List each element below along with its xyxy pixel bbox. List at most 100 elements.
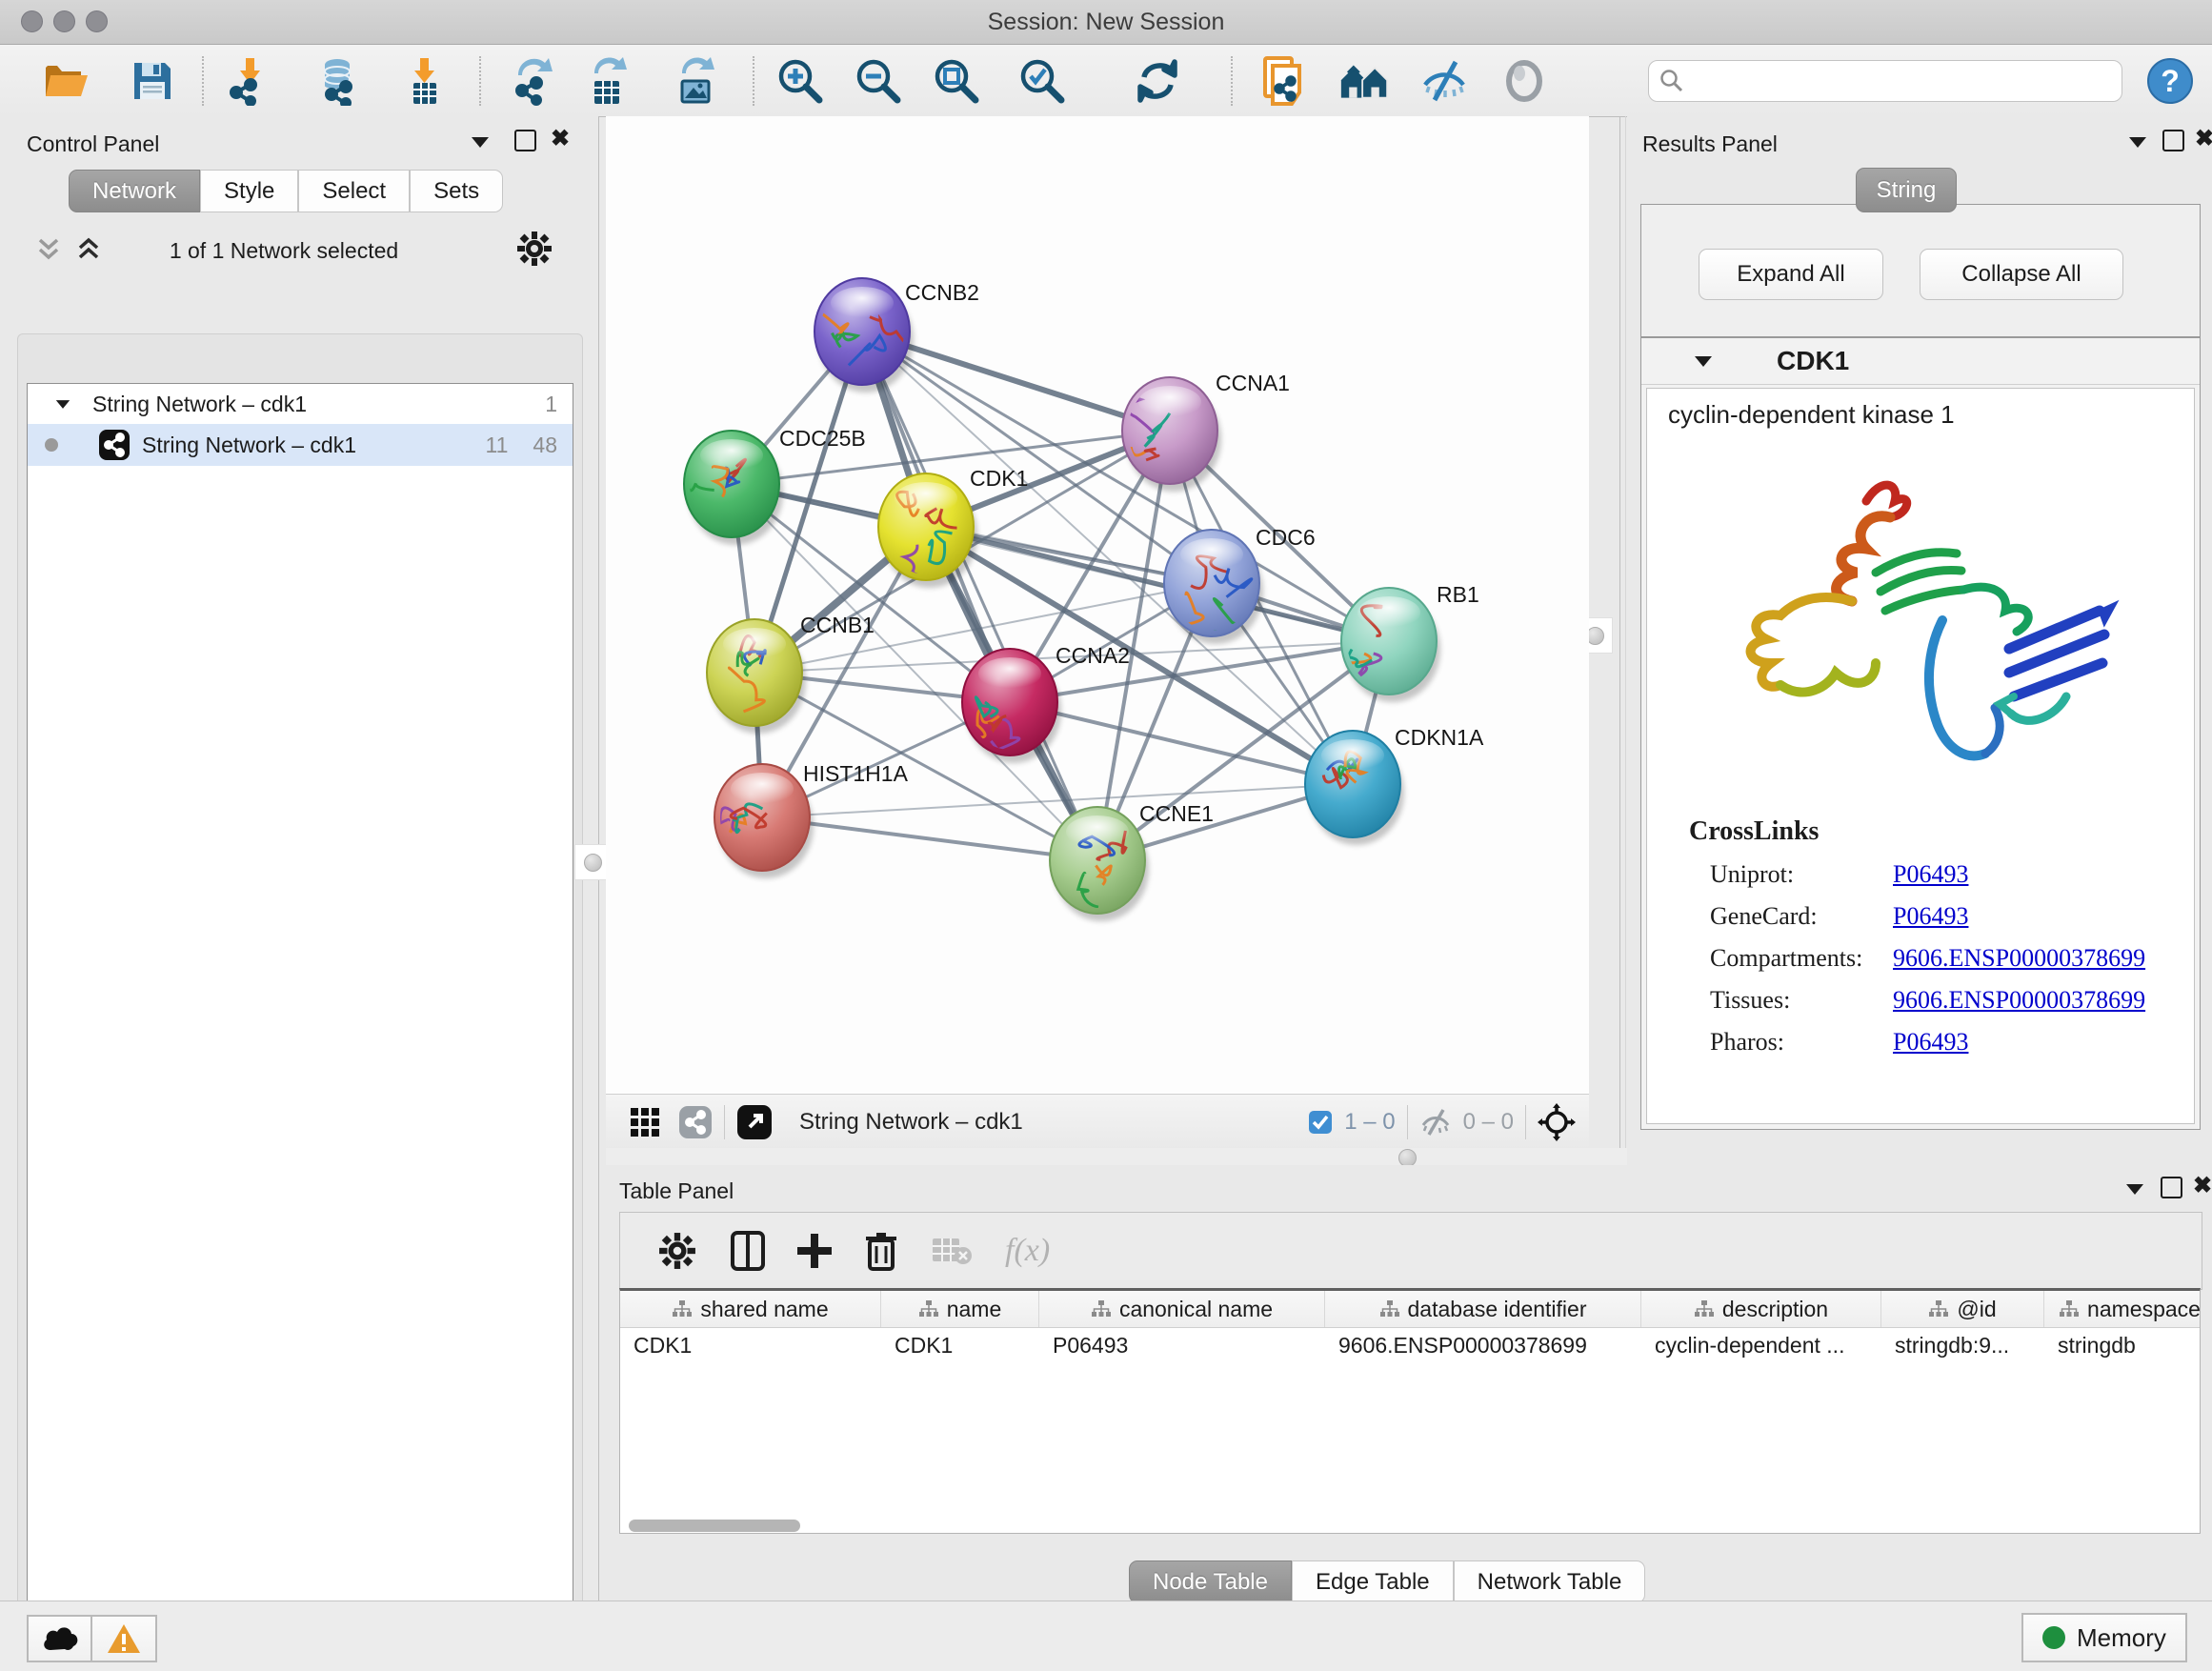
column-header-database-identifier[interactable]: database identifier <box>1325 1291 1641 1327</box>
delete-table-icon[interactable] <box>931 1235 973 1267</box>
delete-column-icon[interactable] <box>864 1231 898 1271</box>
tab-string[interactable]: String <box>1856 168 1957 212</box>
gene-collapse-icon[interactable] <box>1695 356 1712 367</box>
table-tab-edge-table[interactable]: Edge Table <box>1292 1560 1454 1603</box>
zoom-out-icon[interactable] <box>854 56 903 106</box>
node-label-CDKN1A: CDKN1A <box>1395 725 1484 750</box>
selected-checkbox-icon[interactable] <box>1308 1110 1333 1135</box>
right-splitter[interactable] <box>1619 116 1620 1165</box>
column-header-@id[interactable]: @id <box>1881 1291 2044 1327</box>
network-options-gear-icon[interactable] <box>516 231 553 267</box>
network-node-CDC6[interactable] <box>1164 530 1263 644</box>
table-row[interactable]: CDK1CDK1P064939606.ENSP00000378699cyclin… <box>620 1328 2200 1364</box>
column-label: canonical name <box>1119 1297 1273 1322</box>
column-header-name[interactable]: name <box>881 1291 1039 1327</box>
panel-menu-icon[interactable] <box>2129 137 2146 148</box>
network-row[interactable]: String Network – cdk1 11 48 <box>28 424 573 466</box>
add-column-icon[interactable] <box>795 1232 834 1270</box>
network-node-CCNA2[interactable] <box>962 649 1061 763</box>
network-node-CCNB2[interactable] <box>814 278 914 393</box>
crosslink-value[interactable]: P06493 <box>1893 1028 1968 1057</box>
network-graph[interactable]: CCNB2CCNA1CDC25BCDK1CDC6RB1CCNB1CCNA2CDK… <box>606 116 1589 1094</box>
export-network-icon[interactable] <box>509 56 558 106</box>
import-network-file-icon[interactable] <box>225 56 274 106</box>
panel-menu-icon[interactable] <box>472 137 489 148</box>
network-edge[interactable] <box>1010 702 1353 784</box>
clone-network-icon[interactable] <box>1259 56 1309 106</box>
help-icon[interactable]: ? <box>2145 56 2195 106</box>
search-input[interactable] <box>1648 60 2122 102</box>
memory-button[interactable]: Memory <box>2021 1613 2187 1662</box>
toolbar-separator <box>202 56 204 106</box>
function-builder-icon[interactable]: f(x) <box>1005 1233 1050 1269</box>
expand-all-button[interactable]: Expand All <box>1699 249 1883 300</box>
cloud-button[interactable] <box>27 1615 93 1662</box>
network-node-CCNB1[interactable] <box>707 619 806 734</box>
tab-style[interactable]: Style <box>200 170 298 212</box>
network-node-CCNA1[interactable] <box>1120 377 1221 492</box>
column-header-description[interactable]: description <box>1641 1291 1881 1327</box>
panel-float-icon[interactable] <box>2161 1177 2182 1198</box>
collection-expand-icon[interactable] <box>56 400 70 409</box>
network-name: String Network – cdk1 <box>142 433 356 458</box>
collapse-all-icon[interactable] <box>34 234 63 265</box>
node-label-CCNE1: CCNE1 <box>1139 801 1214 826</box>
save-session-icon[interactable] <box>128 56 177 106</box>
open-in-window-icon[interactable] <box>736 1104 773 1140</box>
warnings-button[interactable] <box>90 1615 157 1662</box>
tab-network[interactable]: Network <box>69 170 200 212</box>
network-node-CCNE1[interactable] <box>1050 807 1149 921</box>
column-label: namespace <box>2087 1297 2201 1322</box>
crosslink-value[interactable]: P06493 <box>1893 902 1968 931</box>
column-label: description <box>1722 1297 1828 1322</box>
table-gear-icon[interactable] <box>658 1232 696 1270</box>
panel-close-icon[interactable]: ✖ <box>2195 130 2212 148</box>
open-session-icon[interactable] <box>42 56 91 106</box>
table-cell: stringdb <box>2044 1328 2201 1364</box>
network-node-CDKN1A[interactable] <box>1305 731 1404 845</box>
grid-view-icon[interactable] <box>629 1106 661 1138</box>
birds-eye-icon[interactable] <box>1538 1103 1576 1141</box>
crosslink-label: Tissues: <box>1710 986 1893 1015</box>
export-table-icon[interactable] <box>583 56 633 106</box>
crosslink-value[interactable]: P06493 <box>1893 860 1968 889</box>
expand-all-icon[interactable] <box>74 234 103 265</box>
network-node-CDC25B[interactable] <box>674 431 783 545</box>
network-share-icon[interactable] <box>678 1105 713 1139</box>
export-image-icon[interactable] <box>671 56 720 106</box>
network-collection-row[interactable]: String Network – cdk1 1 <box>28 384 573 424</box>
zoom-selected-icon[interactable] <box>1017 56 1067 106</box>
gene-symbol: CDK1 <box>1777 346 1849 376</box>
refresh-icon[interactable] <box>1133 56 1182 106</box>
tab-select[interactable]: Select <box>298 170 410 212</box>
import-network-database-icon[interactable] <box>314 56 364 106</box>
panel-close-icon[interactable]: ✖ <box>551 130 570 148</box>
zoom-in-icon[interactable] <box>775 56 825 106</box>
show-columns-icon[interactable] <box>731 1231 765 1271</box>
tab-sets[interactable]: Sets <box>410 170 503 212</box>
show-eye-icon[interactable] <box>1499 56 1549 106</box>
panel-float-icon[interactable] <box>514 130 536 151</box>
table-cell: cyclin-dependent ... <box>1641 1328 1881 1364</box>
collapse-all-button[interactable]: Collapse All <box>1920 249 2123 300</box>
column-header-namespace[interactable]: namespace <box>2044 1291 2201 1327</box>
hide-eye-icon[interactable] <box>1419 56 1469 106</box>
gene-entry-header[interactable]: CDK1 <box>1641 338 2200 385</box>
table-hscrollbar[interactable] <box>629 1520 800 1532</box>
crosslink-value[interactable]: 9606.ENSP00000378699 <box>1893 944 2145 973</box>
column-header-canonical-name[interactable]: canonical name <box>1039 1291 1325 1327</box>
column-header-shared-name[interactable]: shared name <box>620 1291 881 1327</box>
panel-menu-icon[interactable] <box>2126 1184 2143 1195</box>
crosslink-value[interactable]: 9606.ENSP00000378699 <box>1893 986 2145 1015</box>
network-canvas[interactable]: CCNB2CCNA1CDC25BCDK1CDC6RB1CCNB1CCNA2CDK… <box>606 116 1589 1094</box>
network-node-CDK1[interactable] <box>878 473 977 588</box>
table-tab-node-table[interactable]: Node Table <box>1129 1560 1292 1603</box>
panel-float-icon[interactable] <box>2162 130 2184 151</box>
network-node-HIST1H1A[interactable] <box>714 764 814 878</box>
import-table-file-icon[interactable] <box>400 56 450 106</box>
hidden-eye-icon[interactable] <box>1419 1108 1452 1137</box>
home-icon[interactable] <box>1339 56 1389 106</box>
table-tab-network-table[interactable]: Network Table <box>1454 1560 1646 1603</box>
panel-close-icon[interactable]: ✖ <box>2193 1177 2212 1195</box>
zoom-fit-icon[interactable] <box>932 56 981 106</box>
